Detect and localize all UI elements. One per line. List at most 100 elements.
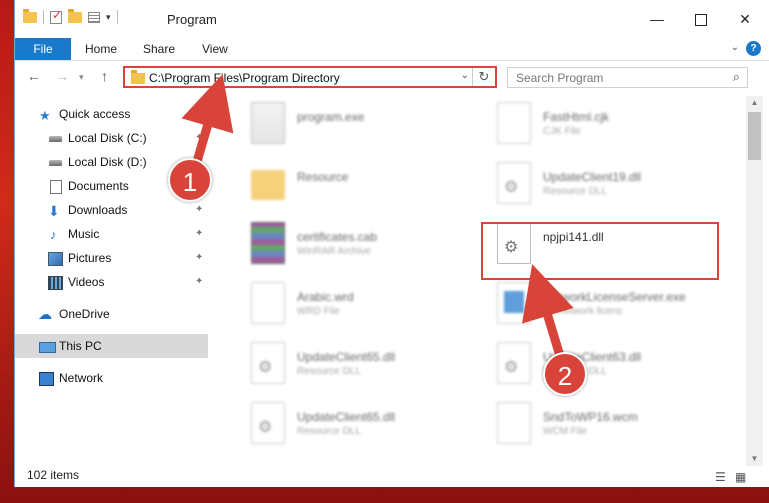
network-icon — [39, 372, 54, 386]
sidebar-item-label: Downloads — [68, 203, 128, 217]
file-item[interactable]: UpdateClient65.dll Resource DLL — [239, 338, 479, 394]
help-button[interactable]: ? — [746, 41, 761, 56]
sidebar-item-onedrive[interactable]: ☁ OneDrive — [15, 302, 208, 326]
sidebar-item-this-pc[interactable]: This PC — [15, 334, 208, 358]
new-folder-icon[interactable] — [68, 8, 82, 23]
dll-file-icon — [251, 342, 285, 384]
file-highlight-box — [481, 222, 719, 280]
sidebar-item-pictures[interactable]: Pictures ✦ — [15, 246, 208, 270]
sidebar-item-downloads[interactable]: ⬇ Downloads ✦ — [15, 198, 208, 222]
title-bar: ▾ Program — ✕ — [15, 0, 769, 38]
sidebar-item-label: Quick access — [59, 107, 131, 121]
window-title: Program — [167, 12, 217, 27]
explorer-window: ▾ Program — ✕ File Home Share View ⌄ ? ←… — [14, 0, 769, 487]
file-name: Arabic.wrd — [297, 290, 354, 304]
file-type: Resource DLL — [297, 366, 361, 377]
file-item[interactable]: program.exe — [239, 98, 479, 154]
sidebar-item-label: Network — [59, 371, 104, 385]
pin-icon[interactable]: ✦ — [195, 198, 203, 222]
properties-check-icon[interactable] — [50, 8, 62, 24]
music-icon: ♪ — [50, 227, 57, 242]
maximize-icon — [695, 14, 707, 27]
address-bar[interactable]: C:\Program Files\Program Directory ⌄ ↻ — [123, 66, 497, 88]
pictures-icon — [48, 252, 63, 266]
ribbon: File Home Share View ⌄ ? — [15, 38, 769, 61]
navigation-bar: ← → ▾ ↑ C:\Program Files\Program Directo… — [15, 62, 769, 92]
scrollbar-thumb[interactable] — [748, 112, 761, 160]
quick-access-toolbar: ▾ — [23, 8, 118, 24]
search-input[interactable]: Search Program — [516, 71, 603, 85]
file-item[interactable]: Arabic.wrd WRD File — [239, 278, 479, 334]
sidebar-item-label: Pictures — [68, 251, 112, 265]
exe-file-icon — [251, 102, 285, 144]
back-arrow-icon[interactable]: ← — [27, 68, 41, 84]
file-item[interactable]: Resource — [239, 158, 479, 214]
chevron-down-icon[interactable]: ▾ — [106, 12, 111, 23]
scroll-down-icon[interactable]: ▼ — [746, 452, 763, 466]
status-bar: 102 items ☰ ▦ — [15, 466, 769, 487]
step-1-badge: 1 — [168, 158, 212, 202]
download-icon: ⬇ — [48, 203, 60, 219]
expand-ribbon-icon[interactable]: ⌄ — [731, 42, 739, 53]
file-name: UpdateClient19.dll — [543, 170, 642, 184]
sidebar-item-videos[interactable]: Videos ✦ — [15, 270, 208, 294]
chevron-down-icon[interactable]: ⌄ — [461, 70, 469, 81]
tab-home[interactable]: Home — [85, 38, 117, 60]
pin-icon[interactable]: ✦ — [195, 270, 203, 294]
cloud-icon: ☁ — [38, 306, 52, 322]
customize-icon[interactable] — [88, 11, 100, 23]
scroll-up-icon[interactable]: ▲ — [746, 96, 763, 110]
pin-icon[interactable]: ✦ — [195, 246, 203, 270]
file-name: NetworkLicenseServer.exe — [543, 290, 686, 304]
search-box[interactable]: Search Program ⌕ — [507, 67, 748, 88]
sidebar-item-local-disk-c[interactable]: Local Disk (C:) ✦ — [15, 126, 208, 150]
address-path[interactable]: C:\Program Files\Program Directory — [149, 71, 340, 85]
file-type: WinRAR Archive — [297, 246, 371, 257]
file-item[interactable]: UpdateClient65.dll Resource DLL — [239, 398, 479, 454]
exe-file-icon — [497, 282, 531, 324]
file-item[interactable]: SndToWP16.wcm WCM File — [485, 398, 725, 454]
up-arrow-icon[interactable]: ↑ — [101, 68, 108, 84]
pin-icon[interactable]: ✦ — [195, 222, 203, 246]
search-icon[interactable]: ⌕ — [733, 69, 740, 85]
tab-view[interactable]: View — [202, 38, 228, 60]
file-icon — [251, 282, 285, 324]
large-icons-view-icon[interactable]: ▦ — [735, 470, 746, 484]
file-item[interactable]: certificates.cab WinRAR Archive — [239, 218, 479, 274]
file-item[interactable]: UpdateClient63.dll Resource DLL — [485, 338, 725, 394]
refresh-icon[interactable]: ↻ — [472, 68, 495, 86]
vertical-scrollbar[interactable]: ▲ ▼ — [746, 96, 763, 466]
file-item[interactable]: UpdateClient19.dll Resource DLL — [485, 158, 725, 214]
pin-icon[interactable]: ✦ — [195, 126, 203, 150]
file-type: WCM File — [543, 426, 587, 437]
file-name: program.exe — [297, 110, 365, 124]
file-type: CJK File — [543, 126, 581, 137]
sidebar-item-network[interactable]: Network — [15, 366, 208, 390]
file-list: program.exe FastHtml.cjk CJK File Resour… — [223, 96, 746, 466]
details-view-icon[interactable]: ☰ — [715, 470, 726, 484]
sidebar-item-music[interactable]: ♪ Music ✦ — [15, 222, 208, 246]
maximize-button[interactable] — [687, 6, 715, 32]
file-item[interactable]: NetworkLicenseServer.exe EY network lice… — [485, 278, 725, 334]
minimize-button[interactable]: — — [643, 6, 671, 32]
dll-file-icon — [251, 402, 285, 444]
file-type: WRD File — [297, 306, 340, 317]
folder-icon — [251, 170, 285, 200]
forward-arrow-icon[interactable]: → — [55, 68, 69, 84]
file-type: EY network licens — [543, 306, 623, 317]
file-name: SndToWP16.wcm — [543, 410, 638, 424]
file-name: UpdateClient65.dll — [297, 350, 396, 364]
tab-file[interactable]: File — [15, 38, 71, 60]
tab-share[interactable]: Share — [143, 38, 175, 60]
folder-icon[interactable] — [23, 8, 37, 23]
sidebar-item-label: Local Disk (D:) — [68, 155, 147, 169]
divider — [43, 10, 44, 24]
folder-icon — [131, 70, 145, 84]
file-type: Resource DLL — [543, 186, 607, 197]
close-button[interactable]: ✕ — [731, 6, 759, 32]
sidebar-item-quick-access[interactable]: ★ Quick access — [15, 102, 208, 126]
file-name: Resource — [297, 170, 349, 184]
recent-locations-icon[interactable]: ▾ — [79, 72, 84, 83]
sidebar-item-label: Music — [68, 227, 100, 241]
file-item[interactable]: FastHtml.cjk CJK File — [485, 98, 725, 154]
